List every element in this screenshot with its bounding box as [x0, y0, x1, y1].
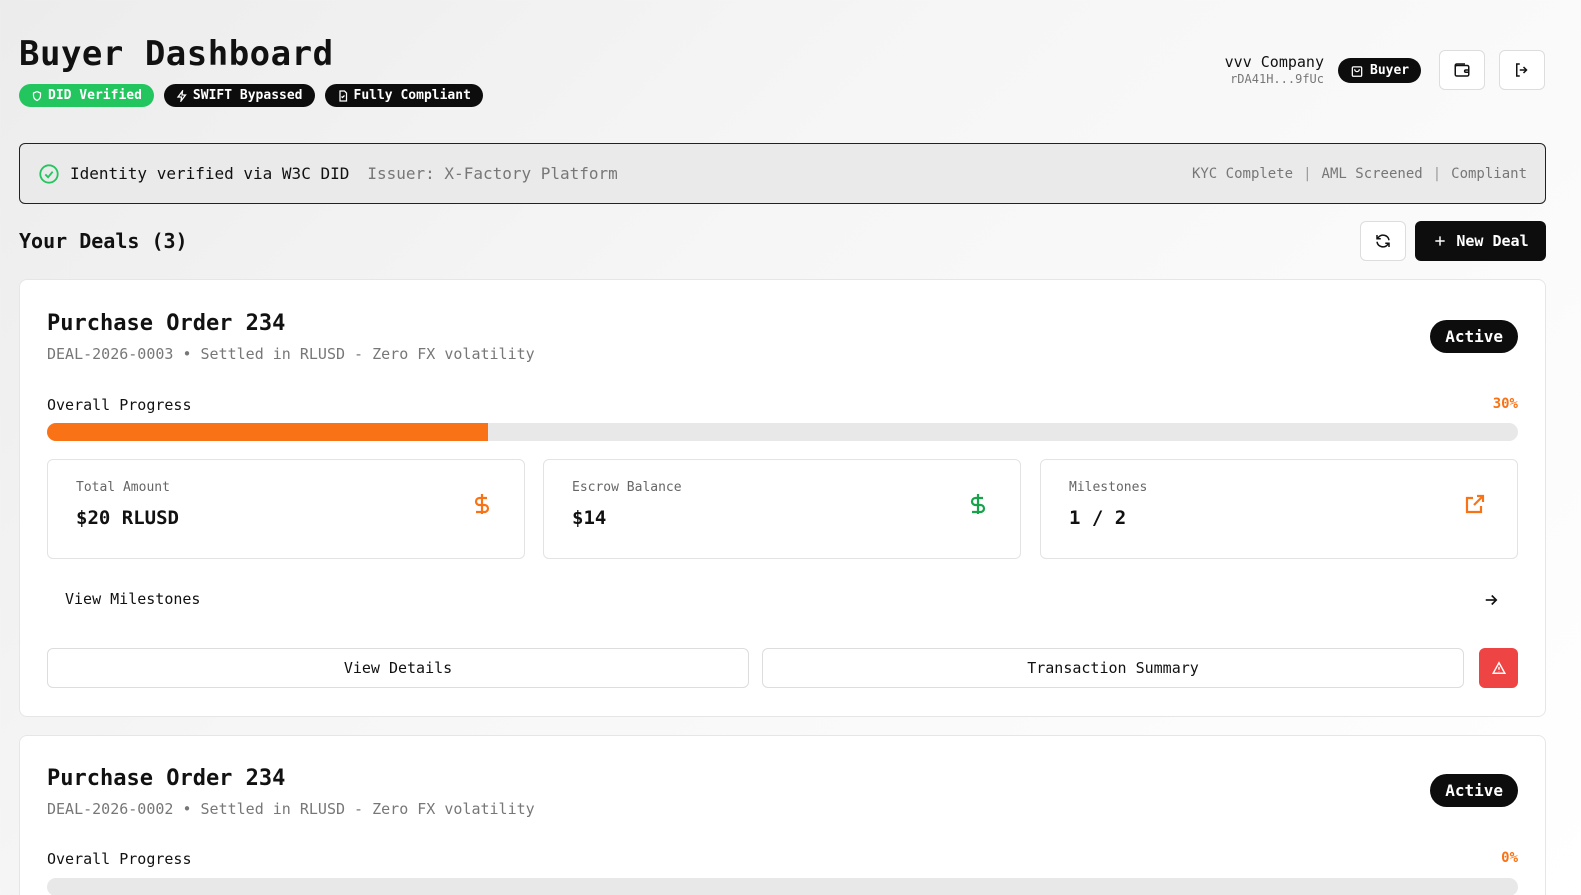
role-badge: Buyer	[1338, 58, 1422, 83]
stat-label: Milestones	[1069, 480, 1148, 495]
identity-text: Identity verified via W3C DID	[70, 164, 350, 183]
total-amount-card: Total Amount $20 RLUSD	[47, 459, 525, 559]
logout-icon	[1516, 63, 1528, 77]
compliance-checks: KYC Complete | AML Screened | Compliant	[1192, 166, 1527, 182]
deal-name: Purchase Order 234	[47, 766, 286, 791]
company-info: vvv Company rDA41H...9fUc	[1225, 53, 1324, 87]
refresh-button[interactable]	[1360, 221, 1406, 261]
did-verified-badge: DID Verified	[19, 84, 154, 107]
deal-meta: DEAL-2026-0003 • Settled in RLUSD - Zero…	[47, 345, 535, 363]
progress-label: Overall Progress	[47, 396, 192, 414]
bolt-icon	[176, 89, 187, 102]
milestones-card: Milestones 1 / 2	[1040, 459, 1518, 559]
role-label: Buyer	[1370, 63, 1410, 78]
kyc-status: KYC Complete	[1191, 165, 1294, 182]
page-title: Buyer Dashboard	[19, 34, 334, 74]
view-milestones-link[interactable]: View Milestones	[65, 590, 200, 608]
new-deal-label: New Deal	[1456, 232, 1529, 250]
deal-card: Purchase Order 234 DEAL-2026-0002 • Sett…	[19, 735, 1546, 895]
refresh-icon	[1376, 234, 1390, 248]
arrow-right-icon[interactable]	[1482, 591, 1500, 609]
identity-banner: Identity verified via W3C DID Issuer: X-…	[19, 143, 1546, 204]
status-badge: Active	[1430, 774, 1518, 807]
stat-value: 1 / 2	[1069, 507, 1127, 529]
stat-label: Total Amount	[76, 480, 170, 495]
progress-percent: 0%	[1501, 850, 1518, 866]
deals-title: Your Deals (3)	[19, 229, 188, 253]
stat-value: $20 RLUSD	[76, 507, 179, 529]
separator: |	[1303, 165, 1312, 182]
escrow-balance-card: Escrow Balance $14	[543, 459, 1021, 559]
dispute-button[interactable]	[1479, 648, 1518, 688]
progress-bar	[47, 878, 1518, 895]
aml-status: AML Screened	[1321, 165, 1423, 182]
progress-fill	[47, 423, 489, 441]
check-circle-icon	[39, 163, 59, 184]
status-badge: Active	[1430, 320, 1518, 353]
badge-label: SWIFT Bypassed	[192, 88, 303, 103]
transaction-summary-button[interactable]: Transaction Summary	[762, 648, 1464, 688]
swift-bypassed-badge: SWIFT Bypassed	[163, 84, 315, 107]
document-icon	[338, 89, 347, 102]
plus-icon	[1435, 236, 1446, 246]
dollar-icon	[470, 492, 494, 516]
deal-card: Purchase Order 234 DEAL-2026-0003 • Sett…	[19, 279, 1546, 717]
shield-icon	[32, 90, 42, 101]
deal-name: Purchase Order 234	[47, 311, 286, 336]
alert-triangle-icon	[1491, 661, 1506, 674]
shopping-bag-icon	[1351, 65, 1363, 77]
deal-meta: DEAL-2026-0002 • Settled in RLUSD - Zero…	[47, 800, 535, 818]
external-link-icon[interactable]	[1463, 492, 1487, 516]
progress-bar	[47, 423, 1518, 441]
fully-compliant-badge: Fully Compliant	[324, 84, 483, 107]
new-deal-button[interactable]: New Deal	[1415, 221, 1546, 261]
verification-badges: DID Verified SWIFT Bypassed Fully Compli…	[19, 84, 483, 107]
progress-percent: 30%	[1492, 396, 1518, 412]
separator: |	[1432, 165, 1442, 182]
wallet-button[interactable]	[1439, 50, 1485, 90]
view-details-button[interactable]: View Details	[47, 648, 749, 688]
wallet-icon	[1454, 63, 1470, 77]
wallet-address: rDA41H...9fUc	[1230, 72, 1324, 86]
logout-button[interactable]	[1499, 50, 1545, 90]
badge-label: Fully Compliant	[353, 88, 471, 103]
badge-label: DID Verified	[48, 88, 142, 103]
company-name: vvv Company	[1224, 53, 1324, 71]
stat-value: $14	[572, 507, 607, 529]
buyer-dashboard-page: Buyer Dashboard DID Verified SWIFT Bypas…	[0, 0, 1581, 895]
progress-label: Overall Progress	[47, 850, 192, 868]
dollar-icon	[966, 492, 990, 516]
identity-issuer: Issuer: X-Factory Platform	[367, 164, 618, 183]
compliance-status: Compliant	[1451, 165, 1527, 182]
stat-label: Escrow Balance	[572, 480, 682, 495]
